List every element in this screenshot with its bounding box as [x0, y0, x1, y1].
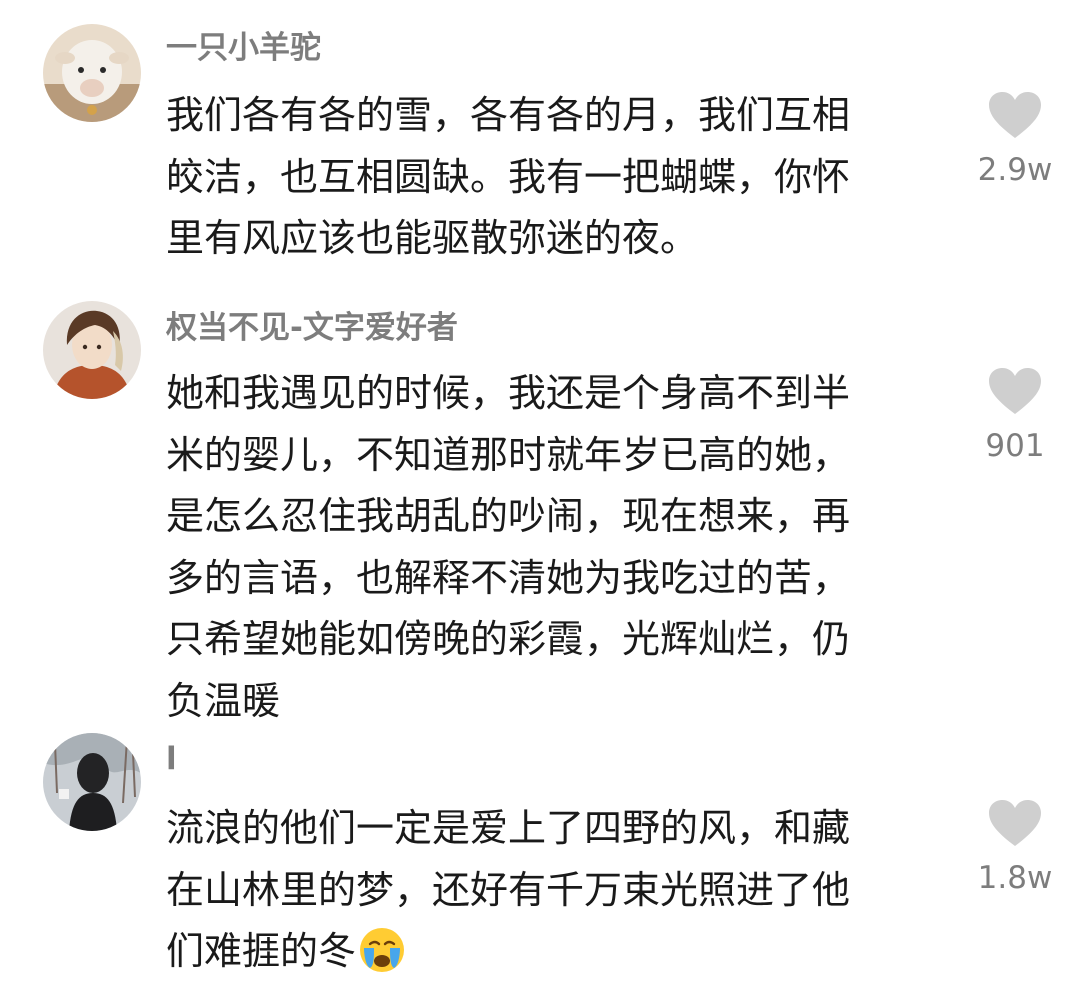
- comment-text-content: 流浪的他们一定是爱上了四野的风，和藏 在山林里的梦，还好有千万束光照进了他 们难…: [166, 806, 851, 973]
- user-avatar[interactable]: [43, 24, 141, 122]
- like-button[interactable]: 1.8w: [955, 800, 1075, 898]
- username[interactable]: l: [166, 739, 177, 779]
- username[interactable]: 权当不见-文字爱好者: [166, 308, 458, 348]
- like-button[interactable]: 901: [955, 368, 1075, 466]
- user-avatar[interactable]: [43, 301, 141, 399]
- like-count: 2.9w: [977, 152, 1053, 188]
- alpaca-avatar-icon: [43, 24, 141, 122]
- like-count: 901: [985, 428, 1045, 464]
- like-button[interactable]: 2.9w: [955, 92, 1075, 190]
- anime-character-avatar-icon: [43, 301, 141, 399]
- comment-text: 我们各有各的雪，各有各的月，我们互相 皎洁，也互相圆缺。我有一把蝴蝶，你怀 里有…: [166, 93, 851, 260]
- comment-text: 流浪的他们一定是爱上了四野的风，和藏 在山林里的梦，还好有千万束光照进了他 们难…: [166, 798, 926, 993]
- heart-icon: [989, 368, 1041, 414]
- crying-face-emoji-icon: [358, 926, 406, 993]
- heart-icon: [989, 92, 1041, 138]
- comment-text: 她和我遇见的时候，我还是个身高不到半 米的婴儿，不知道那时就年岁已高的她， 是怎…: [166, 371, 851, 723]
- user-avatar[interactable]: [43, 733, 141, 831]
- username[interactable]: 一只小羊驼: [166, 28, 321, 68]
- hooded-person-avatar-icon: [43, 733, 141, 831]
- like-count: 1.8w: [977, 860, 1053, 896]
- heart-icon: [989, 800, 1041, 846]
